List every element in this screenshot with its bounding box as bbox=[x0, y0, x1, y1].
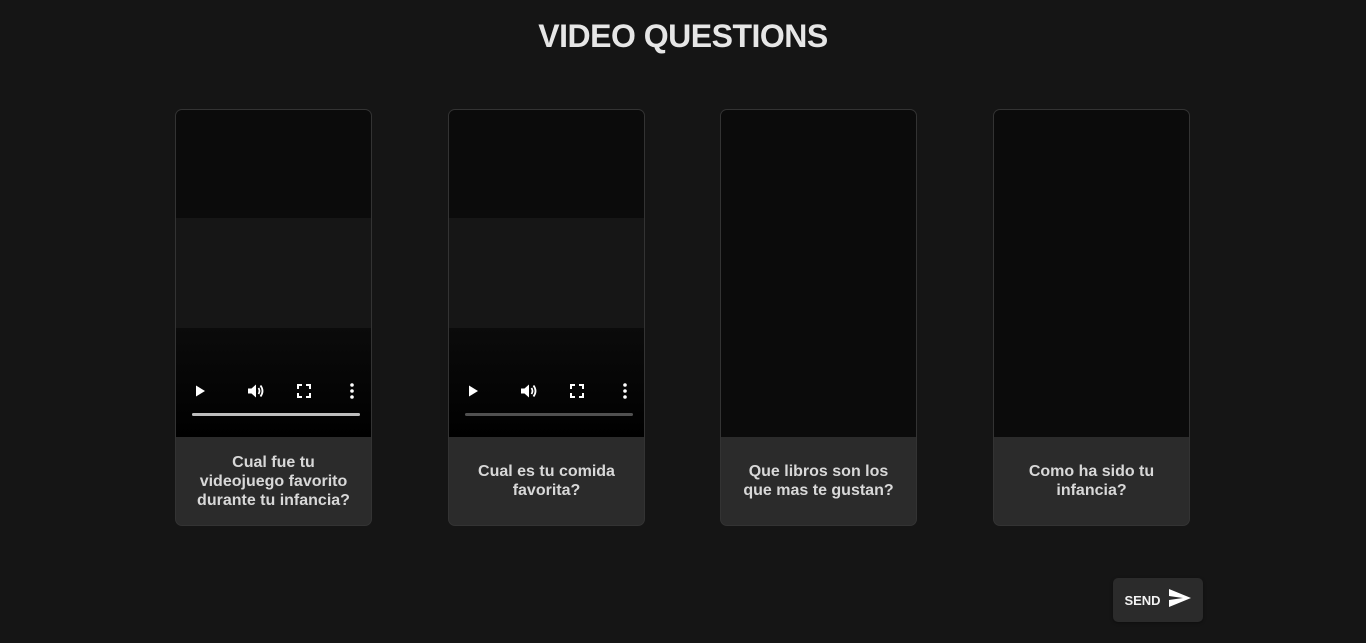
question-card: Cual fue tu videojuego favorito durante … bbox=[175, 109, 372, 526]
fullscreen-icon[interactable] bbox=[293, 380, 315, 402]
video-player[interactable] bbox=[994, 110, 1189, 437]
question-text: Como ha sido tu infancia? bbox=[1028, 463, 1155, 499]
video-player[interactable] bbox=[176, 110, 371, 437]
more-options-icon[interactable] bbox=[341, 380, 363, 402]
play-icon[interactable] bbox=[189, 380, 211, 402]
video-frame bbox=[449, 218, 644, 328]
play-icon[interactable] bbox=[462, 380, 484, 402]
question-card: Que libros son los que mas te gustan? bbox=[720, 109, 917, 526]
video-player[interactable] bbox=[721, 110, 916, 437]
send-label: SEND bbox=[1124, 592, 1161, 608]
question-text: Que libros son los que mas te gustan? bbox=[743, 463, 894, 499]
volume-icon[interactable] bbox=[518, 380, 540, 402]
progress-bar[interactable] bbox=[192, 413, 360, 416]
volume-icon[interactable] bbox=[245, 380, 267, 402]
question-text: Cual fue tu videojuego favorito durante … bbox=[197, 453, 350, 509]
video-controls bbox=[176, 376, 371, 406]
question-text: Cual es tu comida favorita? bbox=[478, 463, 615, 499]
send-button[interactable]: SEND bbox=[1113, 578, 1203, 622]
page-title: VIDEO QUESTIONS bbox=[538, 18, 828, 54]
progress-bar[interactable] bbox=[465, 413, 633, 416]
video-controls bbox=[449, 376, 644, 406]
question-card: Como ha sido tu infancia? bbox=[993, 109, 1190, 526]
progress-fill bbox=[192, 413, 360, 416]
video-frame bbox=[176, 218, 371, 328]
fullscreen-icon[interactable] bbox=[566, 380, 588, 402]
send-icon bbox=[1168, 588, 1192, 613]
more-options-icon[interactable] bbox=[614, 380, 636, 402]
video-player[interactable] bbox=[449, 110, 644, 437]
question-card: Cual es tu comida favorita? bbox=[448, 109, 645, 526]
